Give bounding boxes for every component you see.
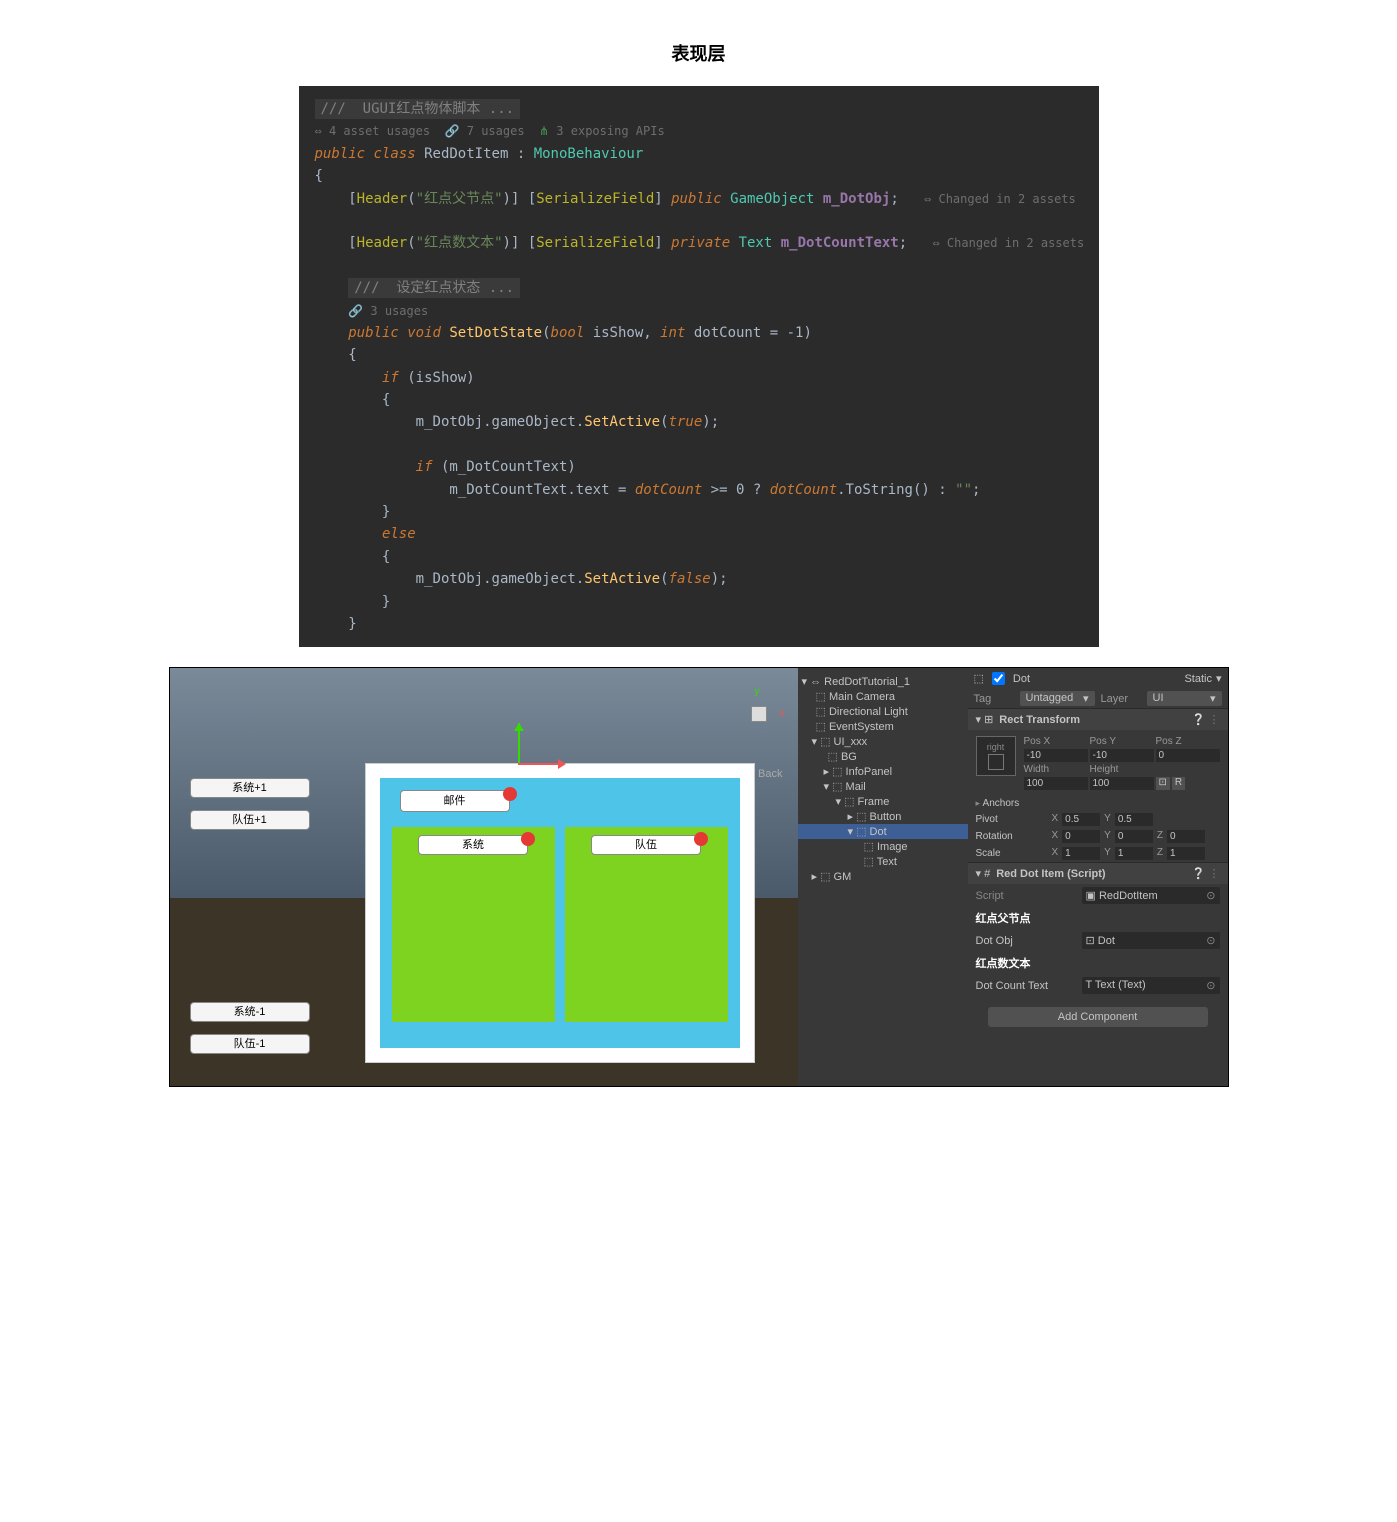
code-editor: /// UGUI红点物体脚本 ... ⇔ 4 asset usages 🔗 7 … <box>299 86 1099 647</box>
pos-z-input[interactable] <box>1156 749 1220 762</box>
canvas-panel: 邮件 系统 队伍 <box>365 763 755 1063</box>
hierarchy-item[interactable]: Main Camera <box>798 689 968 704</box>
hierarchy-item[interactable]: Image <box>798 839 968 854</box>
script-component-header[interactable]: ▾ #Red Dot Item (Script)❔ ⋮ <box>968 862 1228 884</box>
active-checkbox[interactable] <box>992 672 1005 685</box>
hierarchy-item[interactable]: ▸ GM <box>798 869 968 884</box>
add-component-button[interactable]: Add Component <box>988 1007 1208 1027</box>
red-dot-icon <box>503 787 517 801</box>
system-button[interactable]: 系统 <box>418 835 528 855</box>
header-label: 红点父节点 <box>968 907 1228 929</box>
hierarchy-panel[interactable]: ▾ ⇔ RedDotTutorial_1 Main Camera Directi… <box>798 668 968 1086</box>
object-name-field[interactable]: Dot <box>1013 673 1181 685</box>
height-input[interactable] <box>1090 777 1154 790</box>
red-dot-icon <box>694 832 708 846</box>
mail-button[interactable]: 邮件 <box>400 790 510 812</box>
width-input[interactable] <box>1024 777 1088 790</box>
dot-obj-field[interactable]: ⊡ Dot⊙ <box>1082 932 1220 949</box>
team-button[interactable]: 队伍 <box>591 835 701 855</box>
hierarchy-item-selected[interactable]: ▾ Dot <box>798 824 968 839</box>
tag-dropdown[interactable]: Untagged▾ <box>1020 691 1095 706</box>
rect-transform-header[interactable]: ▾ ⊞Rect Transform❔ ⋮ <box>968 708 1228 730</box>
hierarchy-scene[interactable]: ▾ ⇔ RedDotTutorial_1 <box>798 674 968 689</box>
red-dot-icon <box>521 832 535 846</box>
anchor-preset-button[interactable]: right <box>976 736 1016 776</box>
inspector-header: ⬚ Dot Static ▾ <box>968 668 1228 689</box>
static-label[interactable]: Static <box>1184 673 1212 685</box>
dot-count-text-field[interactable]: T Text (Text)⊙ <box>1082 977 1220 994</box>
button-system-plus[interactable]: 系统+1 <box>190 778 310 798</box>
inspector-panel[interactable]: ⬚ Dot Static ▾ Tag Untagged▾ Layer UI▾ ▾… <box>968 668 1228 1086</box>
system-panel: 系统 <box>392 827 555 1022</box>
orientation-gizmo[interactable]: yx <box>733 688 783 738</box>
hierarchy-item[interactable]: EventSystem <box>798 719 968 734</box>
pivot-x-input[interactable] <box>1062 813 1100 826</box>
hierarchy-item[interactable]: ▸ InfoPanel <box>798 764 968 779</box>
pivot-y-input[interactable] <box>1115 813 1153 826</box>
comment: /// UGUI红点物体脚本 ... <box>315 99 521 119</box>
hierarchy-item[interactable]: Directional Light <box>798 704 968 719</box>
rot-y-input[interactable] <box>1115 830 1153 843</box>
hierarchy-item[interactable]: ▾ Frame <box>798 794 968 809</box>
scene-view[interactable]: yx 系统+1 队伍+1 系统-1 队伍-1 ≡ Back 邮件 系统 队伍 <box>170 668 798 1086</box>
rot-x-input[interactable] <box>1062 830 1100 843</box>
button-team-plus[interactable]: 队伍+1 <box>190 810 310 830</box>
hierarchy-item[interactable]: BG <box>798 749 968 764</box>
script-field: ▣ RedDotItem⊙ <box>1082 887 1220 904</box>
scene-buttons-bottom: 系统-1 队伍-1 <box>190 1002 310 1066</box>
cube-icon: ⬚ <box>974 672 984 685</box>
team-panel: 队伍 <box>565 827 728 1022</box>
tag-label: Tag <box>974 693 1014 705</box>
unity-editor: yx 系统+1 队伍+1 系统-1 队伍-1 ≡ Back 邮件 系统 队伍 <box>169 667 1229 1087</box>
page-title: 表现层 <box>20 40 1377 66</box>
layer-dropdown[interactable]: UI▾ <box>1147 691 1222 706</box>
anchors-foldout[interactable]: Anchors <box>976 798 1046 809</box>
header-label: 红点数文本 <box>968 952 1228 974</box>
usage-hints: ⇔ 4 asset usages 🔗 7 usages ⋔ 3 exposing… <box>315 124 665 138</box>
scale-y-input[interactable] <box>1115 847 1153 860</box>
hierarchy-item[interactable]: Text <box>798 854 968 869</box>
scale-x-input[interactable] <box>1062 847 1100 860</box>
button-team-minus[interactable]: 队伍-1 <box>190 1034 310 1054</box>
scene-buttons-top: 系统+1 队伍+1 <box>190 778 310 842</box>
hierarchy-item[interactable]: ▸ Button <box>798 809 968 824</box>
rot-z-input[interactable] <box>1167 830 1205 843</box>
scale-z-input[interactable] <box>1167 847 1205 860</box>
pos-x-input[interactable] <box>1024 749 1088 762</box>
hierarchy-item[interactable]: ▾ UI_xxx <box>798 734 968 749</box>
pos-y-input[interactable] <box>1090 749 1154 762</box>
button-system-minus[interactable]: 系统-1 <box>190 1002 310 1022</box>
hierarchy-item[interactable]: ▾ Mail <box>798 779 968 794</box>
layer-label: Layer <box>1101 693 1141 705</box>
